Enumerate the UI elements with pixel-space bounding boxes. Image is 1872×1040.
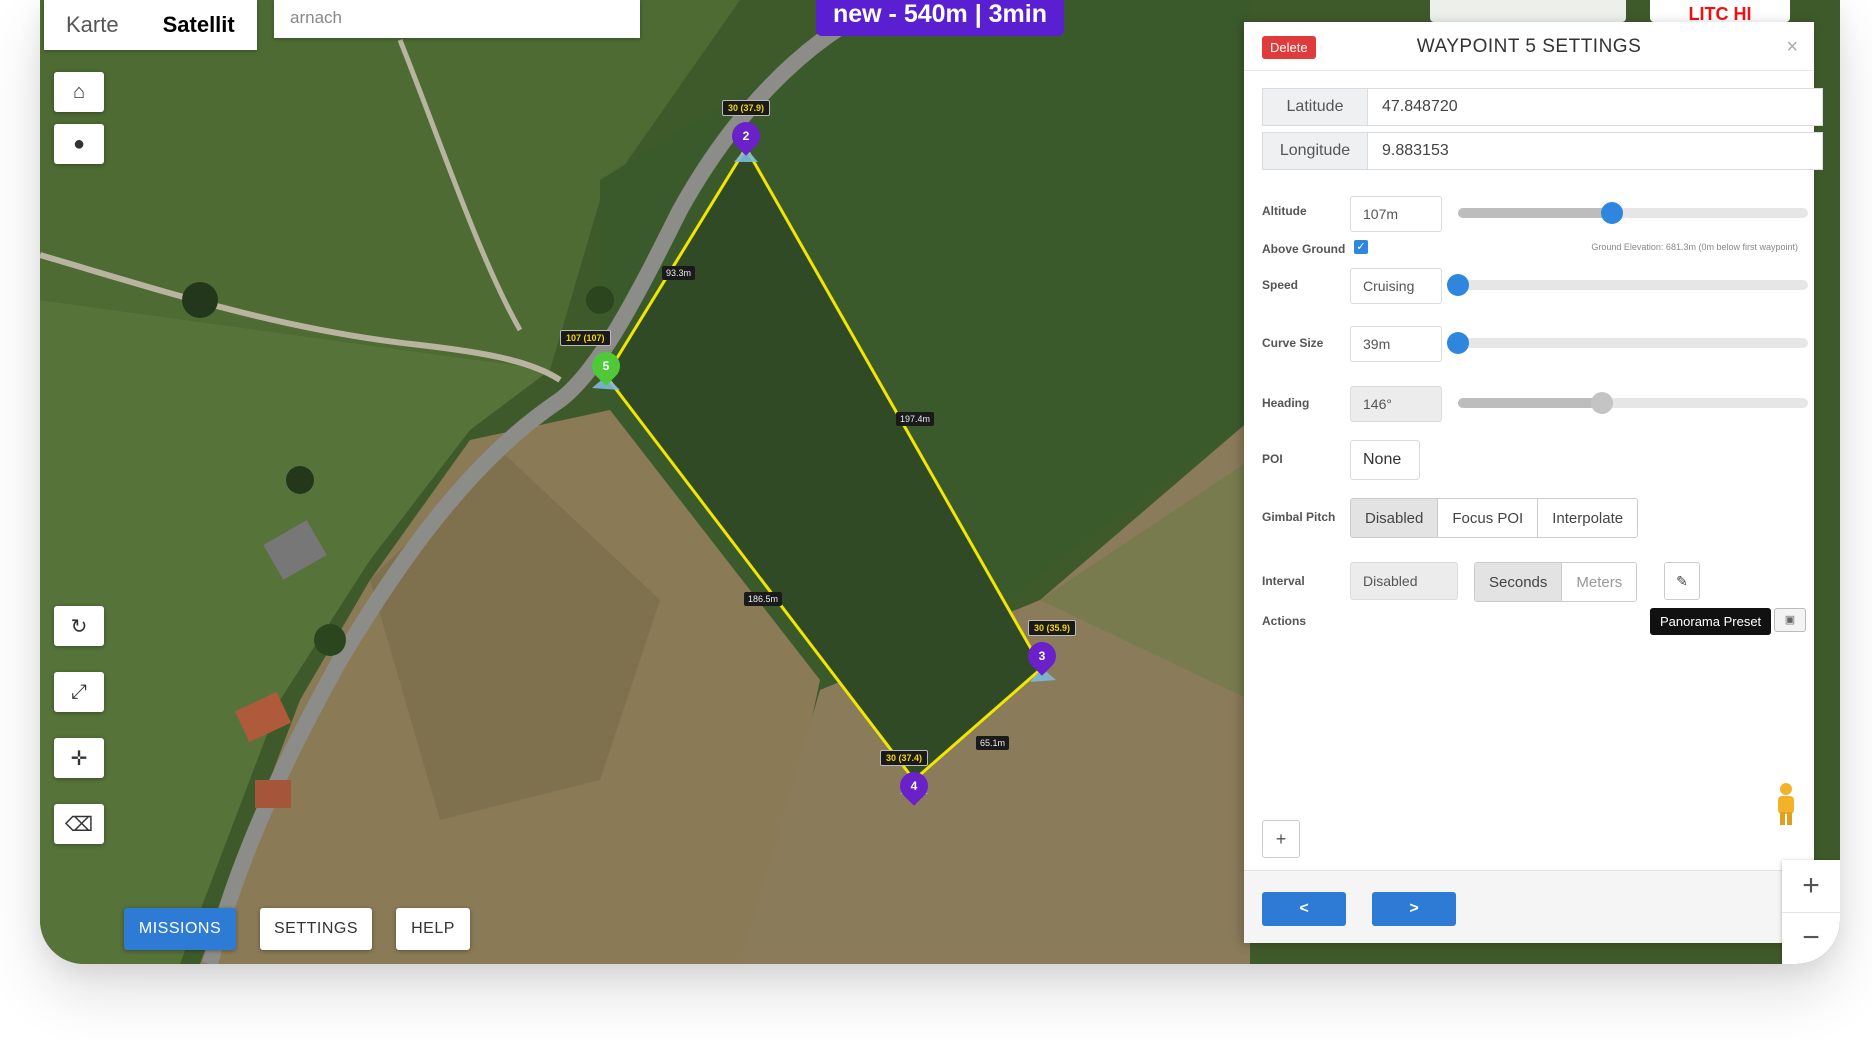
poi-label: POI	[1262, 452, 1283, 466]
globe-button[interactable]: ●	[54, 124, 104, 164]
globe-icon: ●	[72, 132, 86, 155]
panorama-image-icon[interactable]: ▣	[1774, 608, 1806, 632]
close-icon[interactable]: ×	[1786, 36, 1798, 59]
curve-size-label: Curve Size	[1262, 336, 1324, 350]
distance-label-5-2: 93.3m	[662, 266, 696, 280]
altitude-slider-fill	[1458, 208, 1612, 218]
latitude-label: Latitude	[1262, 88, 1368, 126]
distance-label-3-4: 65.1m	[976, 736, 1010, 750]
curve-size-slider-handle[interactable]	[1447, 332, 1469, 354]
pegman-icon[interactable]	[1772, 782, 1800, 826]
altitude-input[interactable]: 107m	[1350, 196, 1442, 232]
gimbal-option-focus-poi[interactable]: Focus POI	[1438, 499, 1539, 537]
account-menu[interactable]	[1430, 0, 1626, 22]
curve-size-input[interactable]: 39m	[1350, 326, 1442, 362]
settings-button[interactable]: SETTINGS	[260, 908, 372, 950]
interval-label: Interval	[1262, 574, 1305, 588]
distance-label-2-3: 197.4m	[896, 412, 935, 426]
heading-input[interactable]: 146°	[1350, 386, 1442, 422]
zoom-out-button[interactable]: −	[1782, 912, 1840, 964]
waypoint-2-label: 30 (37.9)	[722, 100, 771, 116]
speed-input[interactable]: Cruising	[1350, 268, 1442, 304]
altitude-slider-handle[interactable]	[1601, 202, 1623, 224]
longitude-row: Longitude 9.883153	[1262, 132, 1828, 172]
waypoint-settings-panel: Delete WAYPOINT 5 SETTINGS × Latitude 47…	[1244, 22, 1823, 943]
zoom-in-button[interactable]: +	[1782, 860, 1840, 913]
waypoint-4-number: 4	[910, 779, 918, 793]
panel-header: Delete WAYPOINT 5 SETTINGS ×	[1244, 22, 1814, 71]
heading-label: Heading	[1262, 396, 1310, 410]
app-frame: Karte Satellit arnach new - 540m | 3min …	[40, 0, 1840, 964]
heading-slider-handle[interactable]	[1590, 392, 1613, 414]
panel-title: WAYPOINT 5 SETTINGS	[1416, 36, 1642, 57]
previous-waypoint-button[interactable]: <	[1262, 892, 1346, 926]
move-button[interactable]: ✛	[54, 738, 104, 778]
longitude-input[interactable]: 9.883153	[1367, 132, 1823, 170]
interval-input[interactable]: Disabled	[1350, 562, 1458, 600]
ground-elevation-text: Ground Elevation: 681.3m (0m below first…	[1591, 242, 1798, 252]
latitude-row: Latitude 47.848720	[1262, 88, 1828, 128]
interval-option-seconds[interactable]: Seconds	[1475, 563, 1563, 601]
help-button[interactable]: HELP	[396, 908, 470, 950]
missions-button[interactable]: MISSIONS	[124, 908, 236, 950]
map-type-tabs: Karte Satellit	[44, 0, 257, 50]
speed-label: Speed	[1262, 278, 1299, 292]
speed-slider[interactable]	[1447, 274, 1808, 296]
above-ground-label: Above Ground	[1262, 242, 1346, 256]
home-button[interactable]: ⌂	[54, 72, 104, 112]
expand-button[interactable]: ⤢	[54, 672, 104, 712]
tab-satellit[interactable]: Satellit	[140, 0, 257, 50]
refresh-icon: ↻	[70, 615, 88, 638]
waypoint-3-number: 3	[1038, 649, 1046, 663]
brand-logo: LITC HI	[1650, 0, 1790, 22]
move-icon: ✛	[70, 747, 88, 770]
waypoint-4-label: 30 (37.4)	[880, 750, 929, 766]
interval-option-meters[interactable]: Meters	[1562, 563, 1637, 601]
gimbal-option-interpolate[interactable]: Interpolate	[1538, 499, 1638, 537]
curve-size-slider[interactable]	[1447, 332, 1808, 354]
add-action-button[interactable]: +	[1262, 820, 1300, 858]
zoom-control: + −	[1782, 860, 1840, 964]
heading-slider[interactable]	[1458, 392, 1808, 414]
poi-select[interactable]: None	[1350, 440, 1420, 480]
latitude-input[interactable]: 47.848720	[1367, 88, 1823, 126]
eraser-icon: ⌫	[64, 813, 94, 836]
speed-slider-handle[interactable]	[1447, 274, 1469, 296]
waypoint-5-number: 5	[602, 359, 610, 373]
expand-icon: ⤢	[71, 680, 87, 703]
panorama-preset-tooltip: Panorama Preset	[1650, 608, 1772, 635]
longitude-label: Longitude	[1262, 132, 1368, 170]
waypoint-5-label: 107 (107)	[560, 330, 611, 346]
altitude-slider[interactable]	[1458, 202, 1808, 224]
home-icon: ⌂	[72, 80, 86, 103]
mission-summary-banner: new - 540m | 3min	[816, 0, 1064, 36]
satellite-map[interactable]: Karte Satellit arnach new - 540m | 3min …	[40, 0, 1840, 964]
waypoint-3-label: 30 (35.9)	[1028, 620, 1077, 636]
location-search-input[interactable]: arnach	[274, 0, 640, 38]
distance-label-4-5: 186.5m	[744, 592, 783, 606]
next-waypoint-button[interactable]: >	[1372, 892, 1456, 926]
gimbal-pitch-label: Gimbal Pitch	[1262, 510, 1336, 524]
refresh-button[interactable]: ↻	[54, 606, 104, 646]
waypoint-2-number: 2	[742, 129, 750, 143]
pencil-icon[interactable]: ✎	[1664, 562, 1700, 600]
gimbal-pitch-options: Disabled Focus POI Interpolate	[1350, 498, 1639, 538]
altitude-label: Altitude	[1262, 204, 1307, 218]
actions-label: Actions	[1262, 614, 1307, 628]
gimbal-option-disabled[interactable]: Disabled	[1351, 499, 1439, 537]
eraser-button[interactable]: ⌫	[54, 804, 104, 844]
above-ground-checkbox[interactable]: ✓	[1354, 240, 1368, 254]
tab-karte[interactable]: Karte	[44, 0, 141, 50]
interval-unit-options: Seconds Meters	[1474, 562, 1638, 602]
heading-slider-fill	[1458, 398, 1602, 408]
